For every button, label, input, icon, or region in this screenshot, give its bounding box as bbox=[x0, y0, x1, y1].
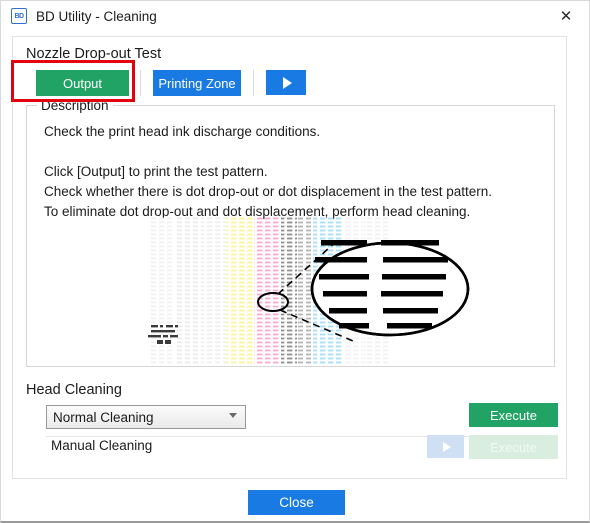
cleaning-mode-select-wrapper: Normal Cleaning bbox=[46, 405, 246, 429]
close-button[interactable]: Close bbox=[248, 490, 345, 515]
head-cleaning-title: Head Cleaning bbox=[26, 382, 122, 398]
title-bar: BD BD Utility - Cleaning ✕ bbox=[1, 1, 589, 31]
toolbar-separator-1 bbox=[140, 70, 141, 96]
dialog-window: BD BD Utility - Cleaning ✕ Nozzle Drop-o… bbox=[0, 0, 590, 523]
manual-cleaning-label: Manual Cleaning bbox=[51, 438, 153, 453]
manual-execute-button[interactable]: Execute bbox=[469, 435, 558, 459]
execute-button[interactable]: Execute bbox=[469, 403, 558, 427]
test-pattern-image bbox=[148, 217, 470, 365]
play-icon bbox=[282, 76, 292, 89]
toolbar-separator-2 bbox=[253, 70, 254, 96]
cleaning-mode-select[interactable]: Normal Cleaning bbox=[46, 405, 246, 429]
play-icon bbox=[442, 441, 451, 452]
printing-zone-button[interactable]: Printing Zone bbox=[153, 70, 241, 96]
close-icon[interactable]: ✕ bbox=[543, 1, 589, 31]
app-icon: BD bbox=[11, 8, 27, 24]
nozzle-test-title: Nozzle Drop-out Test bbox=[26, 46, 162, 62]
manual-play-button[interactable] bbox=[427, 435, 464, 458]
window-title: BD Utility - Cleaning bbox=[36, 8, 157, 24]
description-text: Check the print head ink discharge condi… bbox=[44, 124, 492, 219]
main-panel: Nozzle Drop-out Test Output Printing Zon… bbox=[12, 36, 567, 479]
description-legend: Description bbox=[37, 98, 113, 113]
play-button[interactable] bbox=[266, 70, 306, 95]
output-button[interactable]: Output bbox=[36, 70, 129, 96]
